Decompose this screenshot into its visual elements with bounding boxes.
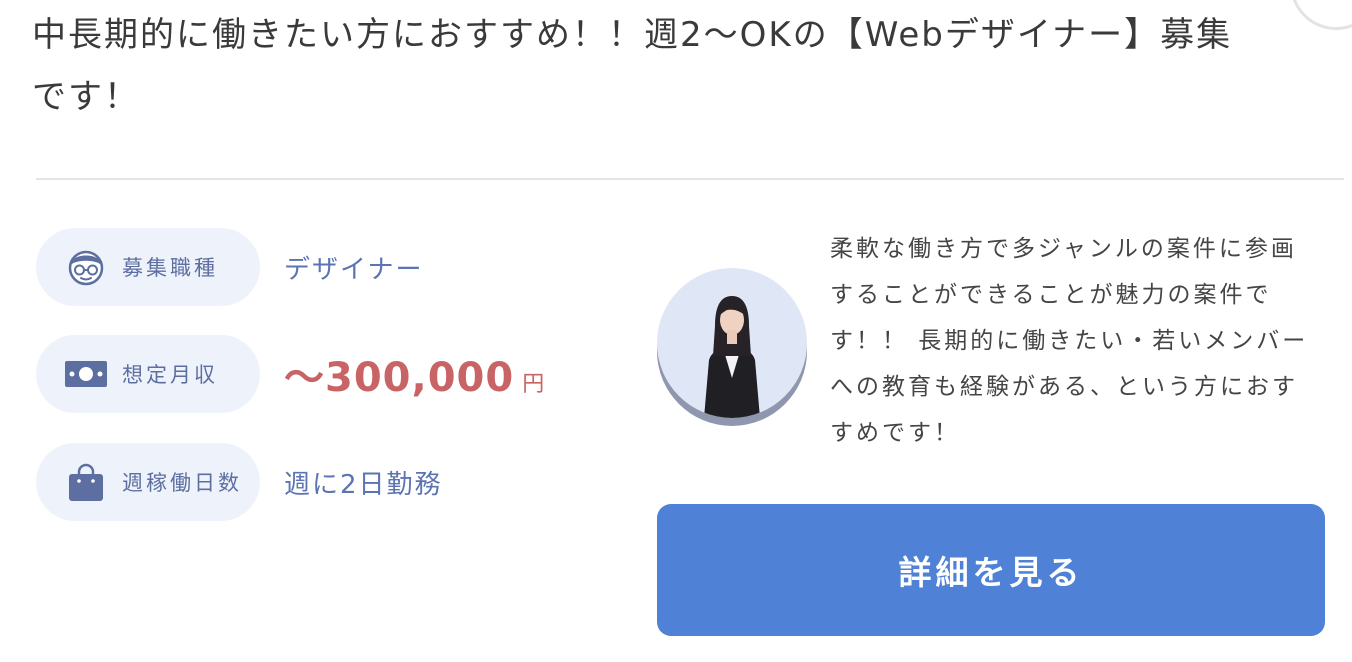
spec-value-salary: 〜300,000 円 bbox=[284, 345, 544, 403]
spec-row-working-days: 週稼働日数 週に2日勤務 bbox=[36, 443, 443, 521]
salary-amount: 〜300,000 bbox=[284, 355, 515, 401]
shopping-bag-icon bbox=[54, 462, 118, 502]
corner-circle-decoration bbox=[1290, 0, 1352, 30]
job-title: 中長期的に働きたい方におすすめ！！週2〜OKの【Webデザイナー】募集です！ bbox=[32, 15, 1233, 117]
spec-row-salary: 想定月収 〜300,000 円 bbox=[36, 335, 544, 413]
view-details-button[interactable]: 詳細を見る bbox=[657, 504, 1325, 636]
job-card: 中長期的に働きたい方におすすめ！！週2〜OKの【Webデザイナー】募集です！ 募… bbox=[0, 0, 1352, 662]
spec-label-pill: 募集職種 bbox=[36, 228, 260, 306]
divider bbox=[36, 178, 1344, 180]
banknote-icon bbox=[54, 360, 118, 388]
spec-label: 募集職種 bbox=[122, 256, 218, 280]
salary-unit: 円 bbox=[522, 372, 545, 397]
spec-value-working-days: 週に2日勤務 bbox=[284, 469, 443, 500]
job-description: 柔軟な働き方で多ジャンルの案件に参画することができることが魅力の案件です！！ 長… bbox=[830, 236, 1309, 446]
recruiter-avatar bbox=[657, 268, 807, 426]
spec-label: 週稼働日数 bbox=[122, 471, 242, 495]
spec-value-position: デザイナー bbox=[284, 254, 424, 285]
spec-label: 想定月収 bbox=[122, 363, 218, 387]
spec-row-position: 募集職種 デザイナー bbox=[36, 228, 423, 306]
spec-label-pill: 想定月収 bbox=[36, 335, 260, 413]
spec-label-pill: 週稼働日数 bbox=[36, 443, 260, 521]
person-with-glasses-icon bbox=[54, 246, 118, 288]
